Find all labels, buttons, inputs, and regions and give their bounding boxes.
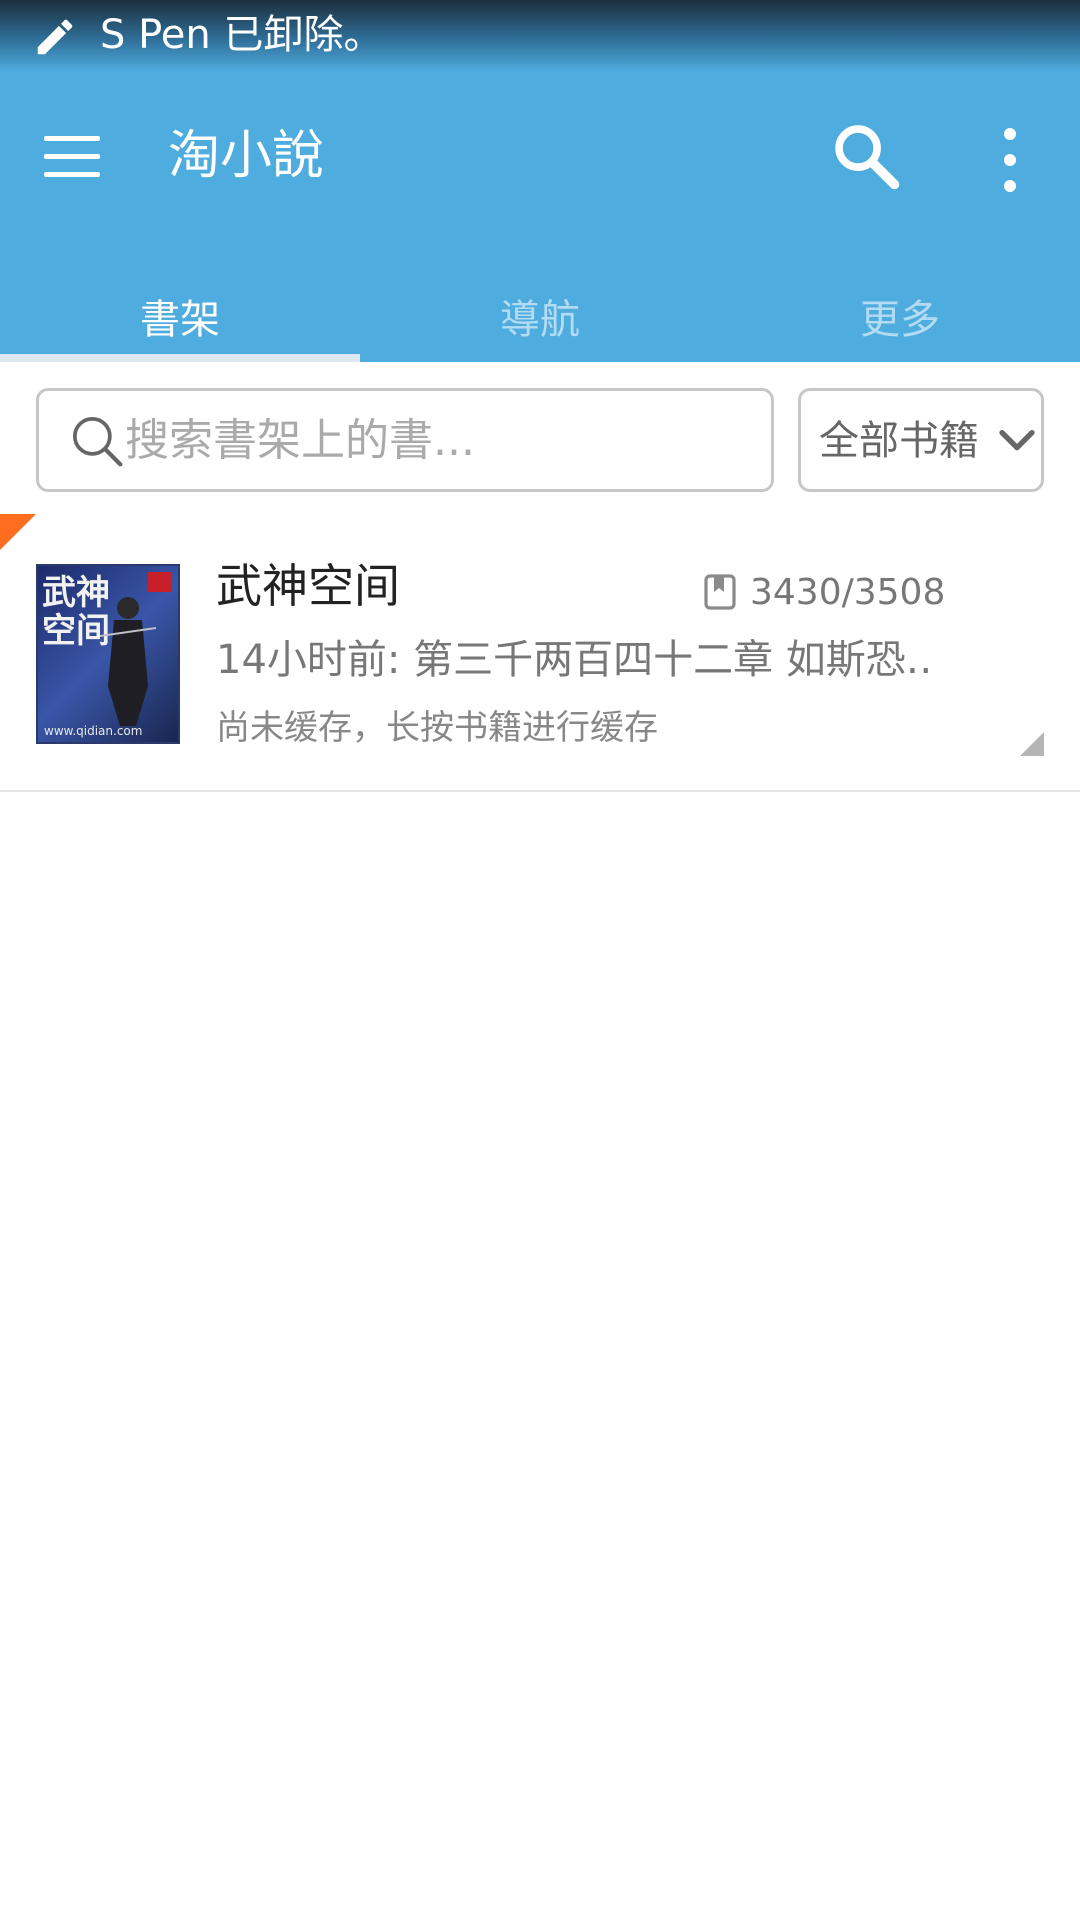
app-bar: 淘小說 書架 導航 更多 [0, 72, 1080, 362]
corner-indicator-icon [1020, 732, 1044, 756]
search-icon[interactable] [828, 118, 904, 194]
status-message: S Pen 已卸除。 [100, 12, 384, 58]
progress-value: 3430/3508 [750, 571, 946, 613]
cover-badge [148, 572, 172, 592]
book-cover: 武神空间 www.qidian.com [36, 564, 180, 744]
tab-navigation[interactable]: 導航 [360, 294, 720, 362]
search-input[interactable] [125, 405, 745, 475]
search-icon [72, 416, 123, 467]
status-bar: S Pen 已卸除。 [0, 0, 1080, 72]
book-title: 武神空间 [216, 559, 400, 613]
filter-selected-value: 全部书籍 [819, 418, 979, 464]
cache-status: 尚未缓存，长按书籍进行缓存 [216, 708, 658, 748]
chevron-down-icon [999, 430, 1035, 451]
cover-url: www.qidian.com [44, 724, 143, 738]
reading-progress: 3430/3508 [704, 570, 945, 614]
tab-bar: 書架 導航 更多 [0, 294, 1080, 362]
search-box[interactable] [36, 388, 774, 492]
hamburger-menu-icon[interactable] [40, 124, 104, 188]
new-update-tag [0, 514, 36, 550]
tab-bookshelf[interactable]: 書架 [0, 294, 360, 362]
tab-indicator [0, 354, 360, 362]
latest-chapter: 14小时前: 第三千两百四十二章 如斯恐… [216, 637, 936, 683]
more-vert-icon[interactable] [990, 118, 1030, 202]
pen-icon [37, 19, 73, 55]
filter-select[interactable]: 全部书籍 [798, 388, 1044, 492]
list-divider [0, 790, 1080, 792]
app-title: 淘小說 [168, 126, 325, 186]
cover-figure [100, 597, 156, 726]
bookmark-icon [704, 574, 736, 610]
tab-more[interactable]: 更多 [720, 294, 1080, 362]
book-list-item[interactable]: 武神空间 www.qidian.com 武神空间 3430/3508 14小时前… [0, 514, 1080, 794]
